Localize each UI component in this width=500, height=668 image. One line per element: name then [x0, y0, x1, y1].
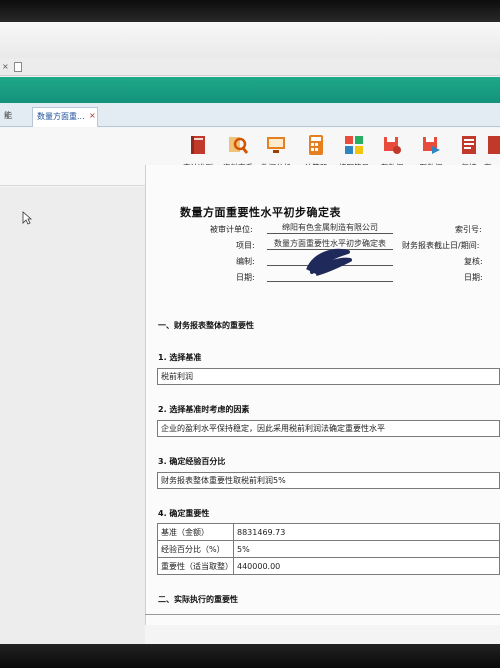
- page-title: 数量方面重要性水平初步确定表: [180, 206, 341, 219]
- magnifier-icon: [229, 137, 249, 154]
- app-banner: [0, 77, 500, 103]
- date-label: 日期:: [236, 273, 255, 282]
- divider: [145, 614, 500, 615]
- audited-unit-field[interactable]: 绵阳有色金属制造有限公司: [267, 222, 393, 234]
- monitor-bezel-top: [0, 0, 500, 24]
- table-row: 经验百分比（%） 5%: [157, 540, 500, 558]
- save-icon: [384, 137, 401, 154]
- percentage-field[interactable]: 财务报表整体重要性取税前利润5%: [157, 472, 500, 489]
- q1-title: 1. 选择基准: [158, 353, 202, 362]
- table-cell-value[interactable]: 8831469.73: [233, 523, 500, 541]
- monitor-bezel-bottom: [0, 644, 500, 668]
- table-cell-value[interactable]: 5%: [233, 540, 500, 558]
- load-icon: [423, 137, 440, 154]
- factors-field[interactable]: 企业的盈利水平保持稳定，因此采用税前利润法确定重要性水平: [157, 420, 500, 437]
- close-tab-icon[interactable]: ×: [2, 58, 9, 76]
- review-icon: [462, 136, 476, 154]
- benchmark-field[interactable]: 税前利润: [157, 368, 500, 385]
- index-label: 索引号:: [455, 225, 482, 234]
- report-end-label: 财务报表截止日/期间:: [402, 241, 480, 250]
- section-1-title: 一、财务报表整体的重要性: [158, 321, 254, 330]
- browser-tab-strip: ×: [0, 58, 500, 76]
- audited-unit-label: 被审计单位:: [210, 225, 253, 234]
- table-cell-value[interactable]: 440000.00: [233, 557, 500, 575]
- item-label: 项目:: [236, 241, 255, 250]
- review-label: 复核:: [464, 257, 483, 266]
- store-icon: [488, 136, 500, 154]
- table-cell-key: 经验百分比（%）: [157, 540, 234, 558]
- materiality-table: 基准（金额） 8831469.73 经验百分比（%） 5% 重要性（适当取整） …: [157, 523, 500, 575]
- date2-label: 日期:: [464, 273, 483, 282]
- table-cell-key: 重要性（适当取整）: [157, 557, 234, 575]
- left-pane: [0, 187, 145, 646]
- windows-icon: [345, 136, 363, 154]
- mouse-cursor-icon: [22, 211, 32, 225]
- tab-previous[interactable]: 能: [0, 107, 16, 127]
- monitor-icon: [267, 137, 285, 153]
- table-row: 基准（金额） 8831469.73: [157, 523, 500, 541]
- document-tab-bar: 能 数量方面重... ×: [0, 103, 500, 127]
- book-icon: [191, 136, 205, 154]
- redaction-scribble: [306, 248, 352, 276]
- page-icon: [14, 62, 22, 72]
- q2-title: 2. 选择基准时考虑的因素: [158, 405, 250, 414]
- q3-title: 3. 确定经验百分比: [158, 457, 226, 466]
- prepared-by-label: 编制:: [236, 257, 255, 266]
- table-cell-key: 基准（金额）: [157, 523, 234, 541]
- q4-title: 4. 确定重要性: [158, 509, 210, 518]
- table-row: 重要性（适当取整） 440000.00: [157, 557, 500, 575]
- calculator-icon: [309, 135, 323, 155]
- window-titlebar: [0, 22, 500, 58]
- close-icon[interactable]: ×: [89, 107, 96, 125]
- section-2-title: 二、实际执行的重要性: [158, 595, 238, 604]
